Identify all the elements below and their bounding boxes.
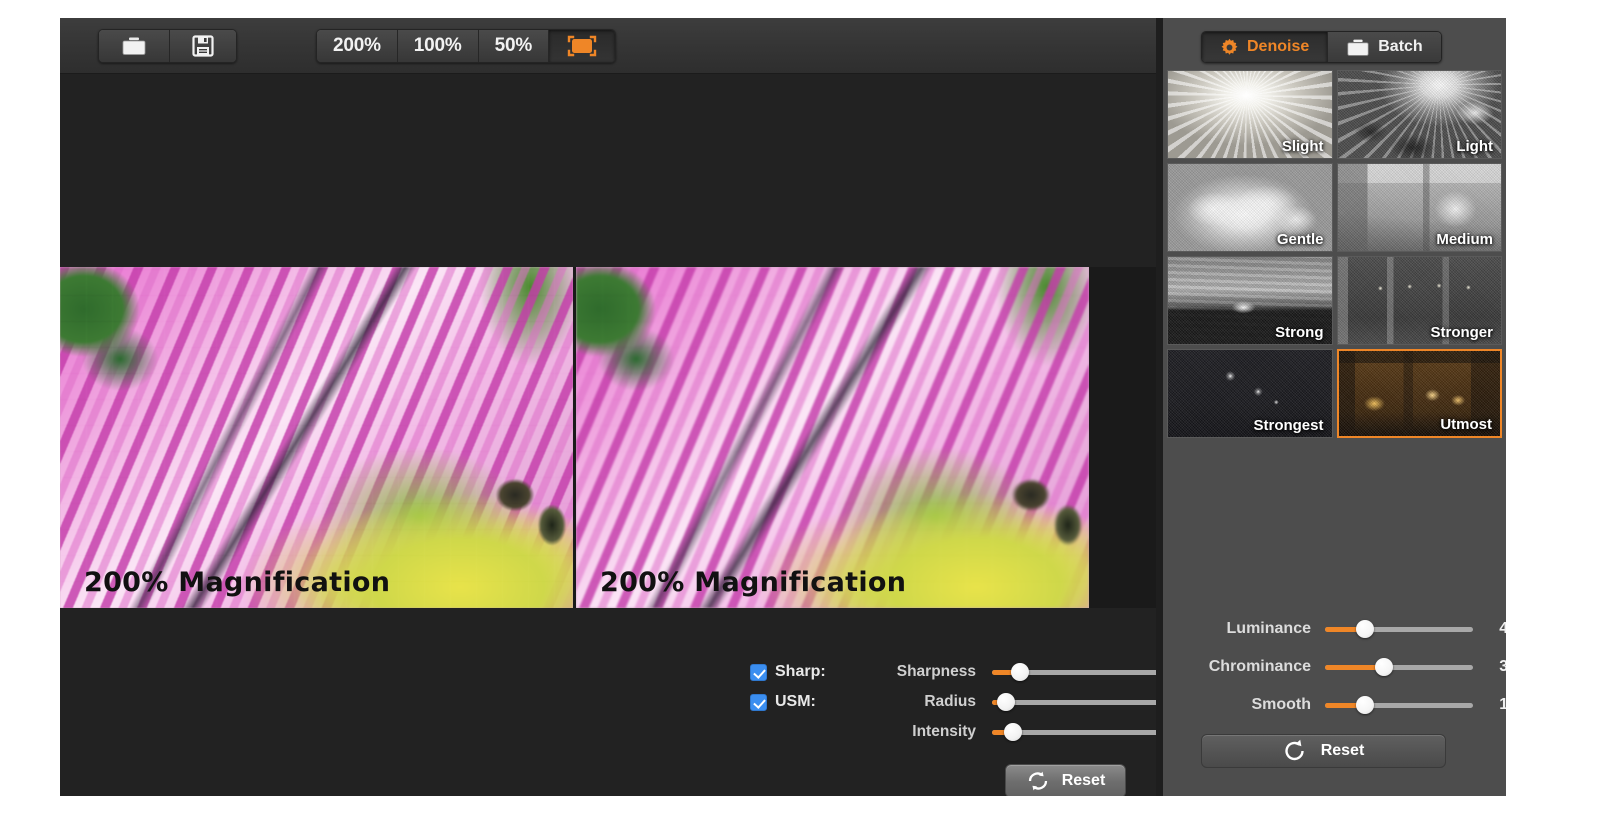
zoom-50-button[interactable]: 50% bbox=[478, 30, 550, 62]
preset-label: Strong bbox=[1275, 324, 1324, 341]
denoise-reset-label: Reset bbox=[1320, 742, 1365, 759]
chrominance-label: Chrominance bbox=[1208, 658, 1311, 675]
fit-to-window-icon bbox=[567, 35, 597, 57]
luminance-slider-row: Luminance 40 bbox=[1181, 618, 1506, 640]
tab-batch-label: Batch bbox=[1378, 38, 1423, 55]
preset-label: Stronger bbox=[1430, 324, 1493, 341]
preset-medium[interactable]: Medium bbox=[1336, 163, 1502, 252]
preset-label: Light bbox=[1456, 138, 1493, 155]
sharpness-slider-knob[interactable] bbox=[1011, 663, 1029, 681]
zoom-200-button[interactable]: 200% bbox=[317, 30, 398, 62]
luminance-slider[interactable] bbox=[1325, 620, 1473, 638]
sharpness-control-row: Sharp: Sharpness bbox=[750, 661, 1167, 683]
sharpen-reset-button[interactable]: Reset bbox=[1005, 764, 1126, 796]
intensity-slider-knob[interactable] bbox=[1004, 723, 1022, 741]
chrominance-slider-row: Chrominance 30 bbox=[1181, 656, 1506, 678]
usm-checkbox-wrap: USM: bbox=[750, 693, 848, 711]
preset-strong[interactable]: Strong bbox=[1167, 256, 1333, 345]
denoise-reset-button[interactable]: Reset bbox=[1201, 734, 1446, 768]
chrominance-value: 30 bbox=[1499, 658, 1506, 675]
panel-tab-bar: Denoise Batch bbox=[1201, 31, 1442, 63]
radius-slider-label: Radius bbox=[924, 693, 976, 710]
intensity-control-row: Intensity bbox=[750, 721, 1167, 743]
flower-image-processed bbox=[576, 267, 1089, 608]
smooth-value: 10 bbox=[1499, 696, 1506, 713]
sharpness-slider[interactable] bbox=[992, 663, 1167, 681]
sync-arrows-icon bbox=[1028, 771, 1047, 791]
sharp-checkbox-label: Sharp: bbox=[775, 663, 826, 680]
smooth-slider-row: Smooth 10 bbox=[1181, 694, 1506, 716]
smooth-slider-knob[interactable] bbox=[1355, 696, 1374, 714]
save-file-button[interactable] bbox=[170, 30, 236, 62]
preset-label: Slight bbox=[1281, 138, 1324, 155]
chrominance-slider-knob[interactable] bbox=[1375, 658, 1394, 676]
preset-slight[interactable]: Slight bbox=[1167, 70, 1333, 159]
preset-utmost[interactable]: Utmost bbox=[1336, 349, 1502, 438]
luminance-slider-knob[interactable] bbox=[1355, 620, 1374, 638]
tab-denoise[interactable]: Denoise bbox=[1202, 32, 1329, 62]
application-window: 200% 100% 50% 200% Magnification 200% Ma… bbox=[60, 18, 1506, 796]
magnification-label-left: 200% Magnification bbox=[84, 567, 391, 598]
smooth-slider[interactable] bbox=[1325, 696, 1473, 714]
open-folder-icon bbox=[122, 37, 146, 55]
preset-light[interactable]: Light bbox=[1336, 70, 1502, 159]
save-disk-icon bbox=[192, 35, 214, 57]
radius-slider-track bbox=[992, 700, 1167, 705]
radius-slider[interactable] bbox=[992, 693, 1167, 711]
magnification-label-right: 200% Magnification bbox=[600, 567, 907, 598]
file-button-group bbox=[98, 29, 237, 63]
preview-canvas-area: 200% Magnification 200% Magnification Sh… bbox=[60, 74, 1167, 796]
preview-comparison-strip: 200% Magnification 200% Magnification bbox=[60, 267, 1156, 608]
radius-control-row: USM: Radius bbox=[750, 691, 1167, 713]
denoise-preset-grid: Slight Light Gentle Medium Strong Strong… bbox=[1163, 70, 1506, 608]
gear-icon bbox=[1221, 38, 1238, 55]
preview-pane-original[interactable]: 200% Magnification bbox=[60, 267, 573, 608]
preset-strongest[interactable]: Strongest bbox=[1167, 349, 1333, 438]
radius-slider-knob[interactable] bbox=[997, 693, 1015, 711]
sharp-checkbox[interactable] bbox=[750, 663, 767, 681]
denoise-side-panel: Denoise Batch Slight Light Gentle Medium… bbox=[1156, 18, 1506, 796]
sharp-checkbox-wrap: Sharp: bbox=[750, 663, 848, 681]
intensity-slider-label: Intensity bbox=[912, 723, 976, 740]
usm-checkbox[interactable] bbox=[750, 693, 767, 711]
sharpness-slider-label: Sharpness bbox=[896, 663, 976, 680]
tab-denoise-label: Denoise bbox=[1247, 38, 1310, 55]
sharpen-controls-panel: Sharp: Sharpness USM: Radius Intensity R… bbox=[60, 608, 1167, 796]
preset-label: Utmost bbox=[1440, 416, 1492, 433]
preset-label: Gentle bbox=[1276, 231, 1324, 248]
preset-stronger[interactable]: Stronger bbox=[1336, 256, 1502, 345]
fit-to-window-button[interactable] bbox=[549, 30, 616, 62]
usm-checkbox-label: USM: bbox=[775, 693, 816, 710]
refresh-arrow-icon bbox=[1285, 739, 1304, 761]
main-toolbar: 200% 100% 50% bbox=[60, 18, 1156, 74]
flower-image-original bbox=[60, 267, 573, 608]
zoom-100-button[interactable]: 100% bbox=[397, 30, 479, 62]
luminance-value: 40 bbox=[1499, 620, 1506, 637]
intensity-slider[interactable] bbox=[992, 723, 1167, 741]
tab-batch[interactable]: Batch bbox=[1328, 32, 1441, 62]
preset-gentle[interactable]: Gentle bbox=[1167, 163, 1333, 252]
preset-label: Medium bbox=[1436, 231, 1493, 248]
preview-pane-processed[interactable]: 200% Magnification bbox=[576, 267, 1089, 608]
preset-label: Strongest bbox=[1253, 417, 1324, 434]
open-file-button[interactable] bbox=[99, 30, 170, 62]
zoom-button-group: 200% 100% 50% bbox=[316, 29, 617, 63]
luminance-label: Luminance bbox=[1226, 620, 1311, 637]
smooth-label: Smooth bbox=[1251, 696, 1311, 713]
chrominance-slider[interactable] bbox=[1325, 658, 1473, 676]
sharpen-reset-label: Reset bbox=[1061, 772, 1106, 789]
folder-icon bbox=[1347, 39, 1369, 56]
